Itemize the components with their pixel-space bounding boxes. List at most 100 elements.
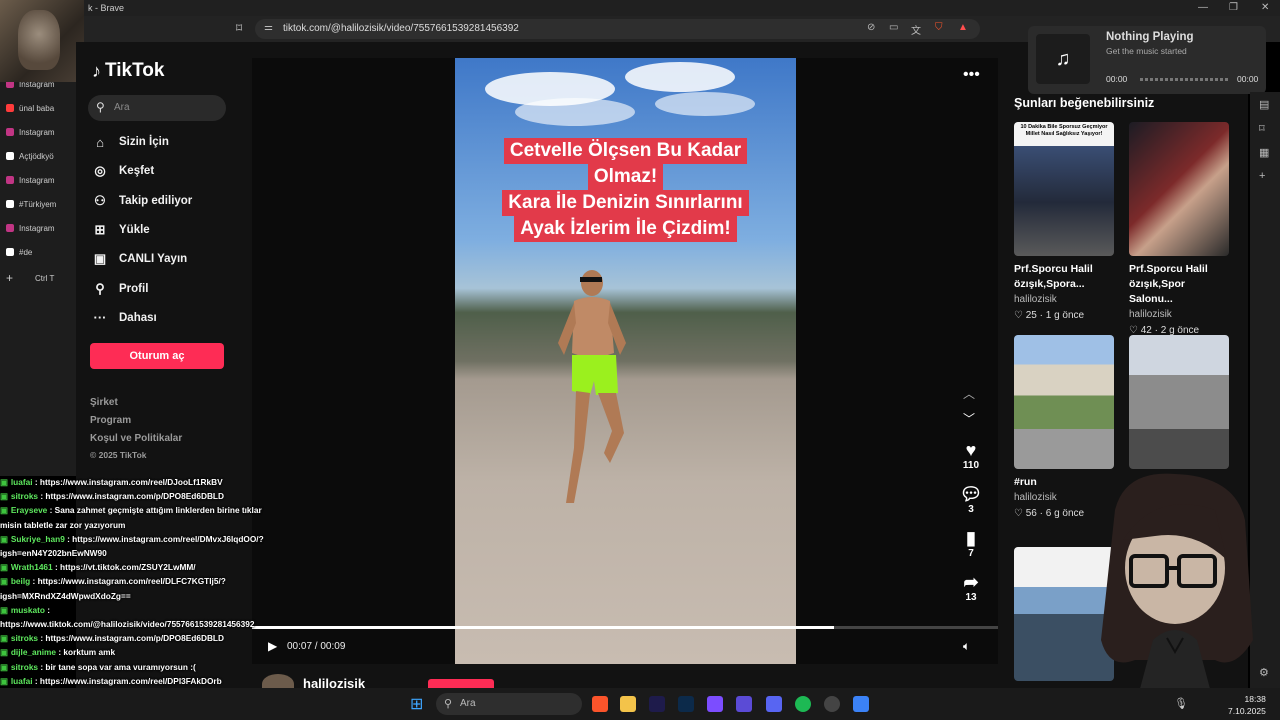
wallet-icon[interactable]: ▤ xyxy=(1259,98,1269,111)
tab-favicon-icon xyxy=(6,104,14,112)
nav-item-1[interactable]: ⌂ Sizin İçin xyxy=(92,132,169,152)
maximize-icon[interactable]: ❐ xyxy=(1229,2,1238,13)
chat-text: : https://vt.tiktok.com/ZSUY2LwMM/ xyxy=(52,562,196,573)
vertical-tab[interactable]: ünal baba xyxy=(6,98,72,118)
media-progress[interactable] xyxy=(1140,78,1230,81)
login-button[interactable]: Oturum aç xyxy=(90,343,224,369)
bookmarks-panel-icon[interactable]: ⌑ xyxy=(1259,122,1265,135)
tab-label: Instagram xyxy=(19,223,55,233)
suggestion-card[interactable]: 10 Dakika Bile Sporsuz Geçmiyor Millet N… xyxy=(1014,122,1114,321)
video-time: 00:07 / 00:09 xyxy=(287,641,346,652)
vertical-tab[interactable]: Instagram xyxy=(6,170,72,190)
tab-label: #Türkiyem xyxy=(19,199,57,209)
chat-message: ▣ luafai : https://www.instagram.com/reel… xyxy=(0,674,272,688)
nav-item-5[interactable]: ▣ CANLI Yayın xyxy=(92,249,187,269)
app-icon[interactable] xyxy=(853,696,869,712)
footer-link-program[interactable]: Program xyxy=(90,415,131,426)
no-tracking-icon[interactable]: ⊘ xyxy=(867,22,875,33)
nav-item-7[interactable]: ··· Dahası xyxy=(92,308,157,328)
translate-icon[interactable]: 文 xyxy=(911,22,921,37)
windows-start-icon[interactable]: ⊞ xyxy=(410,694,423,714)
chat-message: ▣ sitroks : https://www.instagram.com/p/D… xyxy=(0,631,272,645)
more-options-icon[interactable]: ••• xyxy=(963,66,980,84)
vertical-tab[interactable]: Instagram xyxy=(6,218,72,238)
close-window-icon[interactable]: ✕ xyxy=(1261,2,1269,13)
save-count: 7 xyxy=(968,548,974,559)
thumbnail-text: 10 Dakika Bile Sporsuz Geçmiyor Millet N… xyxy=(1020,124,1108,137)
like-button[interactable]: ♥ 110 xyxy=(958,440,984,471)
next-video-icon[interactable]: ﹀ xyxy=(963,410,975,427)
video-player[interactable]: Cetvelle Ölçsen Bu Kadar Olmaz! Kara İle… xyxy=(455,58,796,664)
microphone-icon[interactable]: 🎙︎ xyxy=(1174,697,1188,710)
volume-icon[interactable]: 🔈︎ xyxy=(963,639,970,654)
settings-gear-icon[interactable]: ⚙ xyxy=(1259,666,1269,679)
chat-username: Sukriye_han9 xyxy=(10,533,65,544)
chat-username: Wrath1461 xyxy=(10,562,53,573)
app-icon[interactable] xyxy=(707,696,723,712)
tab-favicon-icon xyxy=(6,200,14,208)
comment-button[interactable]: 💬︎ 3 xyxy=(958,484,984,515)
media-time-end: 00:00 xyxy=(1237,74,1259,84)
chat-text: : https://www.instagram.com/reel/DJooLf1… xyxy=(32,477,223,487)
cast-icon[interactable]: ▭ xyxy=(889,22,898,33)
premiere-icon[interactable] xyxy=(649,696,665,712)
spotify-icon[interactable] xyxy=(795,696,811,712)
app-icon[interactable] xyxy=(736,696,752,712)
file-explorer-icon[interactable] xyxy=(620,696,636,712)
obs-icon[interactable] xyxy=(824,696,840,712)
nav-label: Dahası xyxy=(119,311,157,324)
site-info-icon[interactable]: ⚌ xyxy=(264,22,273,33)
bookmark-icon[interactable]: ⌑ xyxy=(236,21,242,35)
tab-label: ünal baba xyxy=(19,103,55,113)
tab-favicon-icon xyxy=(6,128,14,136)
chat-username: sitroks xyxy=(10,633,39,644)
runner-figure xyxy=(558,270,626,503)
photoshop-icon[interactable] xyxy=(678,696,694,712)
chat-message: ▣ Wrath1461 : https://vt.tiktok.com/ZSUY2… xyxy=(0,560,272,574)
save-button[interactable]: ▮ 7 xyxy=(958,528,984,559)
brave-app-icon[interactable] xyxy=(592,696,608,712)
nav-item-4[interactable]: ⊞ Yükle xyxy=(92,220,150,240)
compass-icon: ◎ xyxy=(94,163,106,179)
chat-text: : https://www.instagram.com/p/DPO8Ed6DBL… xyxy=(38,491,224,502)
share-button[interactable]: ➦ 13 xyxy=(958,572,984,603)
video-progress-bar[interactable] xyxy=(252,626,998,629)
vertical-tab[interactable]: Açtjödkyö xyxy=(6,146,72,166)
nav-item-2[interactable]: ◎ Keşfet xyxy=(92,161,154,181)
vertical-tab[interactable]: #Türkiyem xyxy=(6,194,72,214)
cloud xyxy=(655,92,755,116)
brave-shield-icon[interactable]: ⛉ xyxy=(935,22,943,33)
footer-link-terms[interactable]: Koşul ve Politikalar xyxy=(90,433,182,444)
progress-fill xyxy=(252,626,834,629)
new-tab-button[interactable]: + Ctrl T xyxy=(6,268,72,288)
nav-label: Yükle xyxy=(119,223,150,236)
footer-link-company[interactable]: Şirket xyxy=(90,397,118,408)
suggestion-title: Prf.Sporcu Halil özışık,Spora... xyxy=(1014,263,1093,290)
address-bar[interactable]: ⚌ tiktok.com/@halilozisik/video/75576615… xyxy=(255,19,980,39)
vertical-tab[interactable]: #de xyxy=(6,242,72,262)
chat-message: ▣ Sukriye_han9 : https://www.instagram.co… xyxy=(0,532,272,560)
search-input[interactable]: ⚲ Ara xyxy=(88,95,226,121)
brave-rewards-icon[interactable]: ▲ xyxy=(958,22,968,33)
nav-item-6[interactable]: ⚲ Profil xyxy=(92,279,148,299)
media-controls-popup[interactable]: ♫ Nothing Playing Get the music started … xyxy=(1028,26,1266,94)
tiktok-logo[interactable]: ♪ TikTok xyxy=(92,60,164,82)
clock-time: 18:38 xyxy=(1244,694,1266,704)
previous-video-icon[interactable]: ︿ xyxy=(963,385,975,402)
chat-username: Erayseve xyxy=(10,505,48,516)
nav-item-3[interactable]: ⚇ Takip ediliyor xyxy=(92,191,192,211)
minimize-icon[interactable]: — xyxy=(1198,2,1208,13)
suggestion-card[interactable] xyxy=(1129,335,1229,469)
taskbar xyxy=(0,688,1280,720)
chat-message: ▣ muskato : https://www.tiktok.com/@halil… xyxy=(0,603,272,631)
vertical-tab[interactable]: Instagram xyxy=(6,122,72,142)
share-count: 13 xyxy=(965,592,977,603)
add-panel-icon[interactable]: + xyxy=(1259,170,1265,182)
url-text: tiktok.com/@halilozisik/video/7557661539… xyxy=(283,23,519,34)
discord-icon[interactable] xyxy=(766,696,782,712)
taskbar-search[interactable]: ⚲ Ara xyxy=(436,693,582,715)
tab-favicon-icon xyxy=(6,224,14,232)
chat-message: ▣ dijle_anime : korktum amk xyxy=(0,645,272,659)
suggestion-card[interactable]: Prf.Sporcu Halil özışık,Spor Salonu... h… xyxy=(1129,122,1229,336)
reading-list-icon[interactable]: ▦ xyxy=(1259,146,1269,159)
